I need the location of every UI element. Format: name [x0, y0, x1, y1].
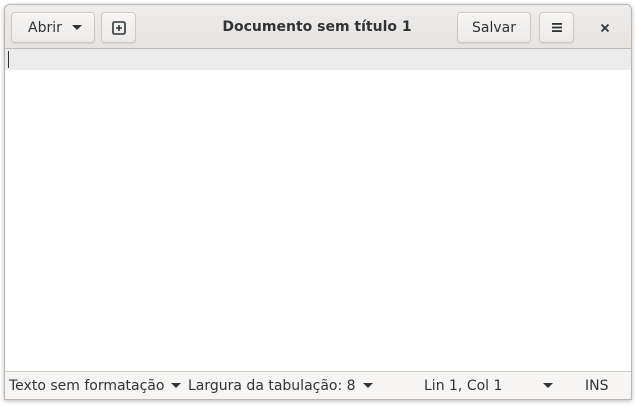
language-selector[interactable]: Texto sem formatação [9, 372, 182, 399]
insert-mode-indicator[interactable]: INS [585, 372, 609, 399]
chevron-down-icon [543, 383, 553, 388]
cursor-position-label: Lin 1, Col 1 [424, 377, 503, 394]
text-cursor [8, 51, 9, 68]
chevron-down-icon [171, 383, 182, 388]
text-area[interactable] [5, 70, 631, 371]
hamburger-menu-icon [551, 23, 562, 32]
open-button[interactable]: Abrir [11, 12, 95, 43]
close-icon [600, 23, 610, 32]
tab-width-label: Largura da tabulação: 8 [188, 377, 356, 394]
current-line-highlight [5, 49, 631, 70]
save-button[interactable]: Salvar [457, 12, 531, 43]
language-label: Texto sem formatação [9, 377, 165, 394]
status-bar: Texto sem formatação Largura da tabulaçã… [5, 371, 631, 399]
new-tab-button[interactable] [101, 12, 136, 43]
new-tab-icon [111, 20, 126, 35]
insert-mode-label: INS [585, 377, 609, 394]
chevron-down-icon [362, 383, 373, 388]
tab-width-selector[interactable]: Largura da tabulação: 8 [188, 372, 373, 399]
cursor-position[interactable]: Lin 1, Col 1 [424, 372, 502, 399]
chevron-down-icon [72, 25, 82, 30]
header-bar: Abrir Documento sem título 1 Salvar [5, 5, 631, 49]
editor-window: Abrir Documento sem título 1 Salvar Text… [4, 4, 632, 400]
window-title: Documento sem título 1 [222, 19, 412, 35]
menu-button[interactable] [539, 12, 574, 43]
cursor-position-menu-button[interactable] [543, 383, 553, 388]
close-button[interactable] [589, 12, 621, 43]
open-button-label: Abrir [28, 19, 62, 36]
